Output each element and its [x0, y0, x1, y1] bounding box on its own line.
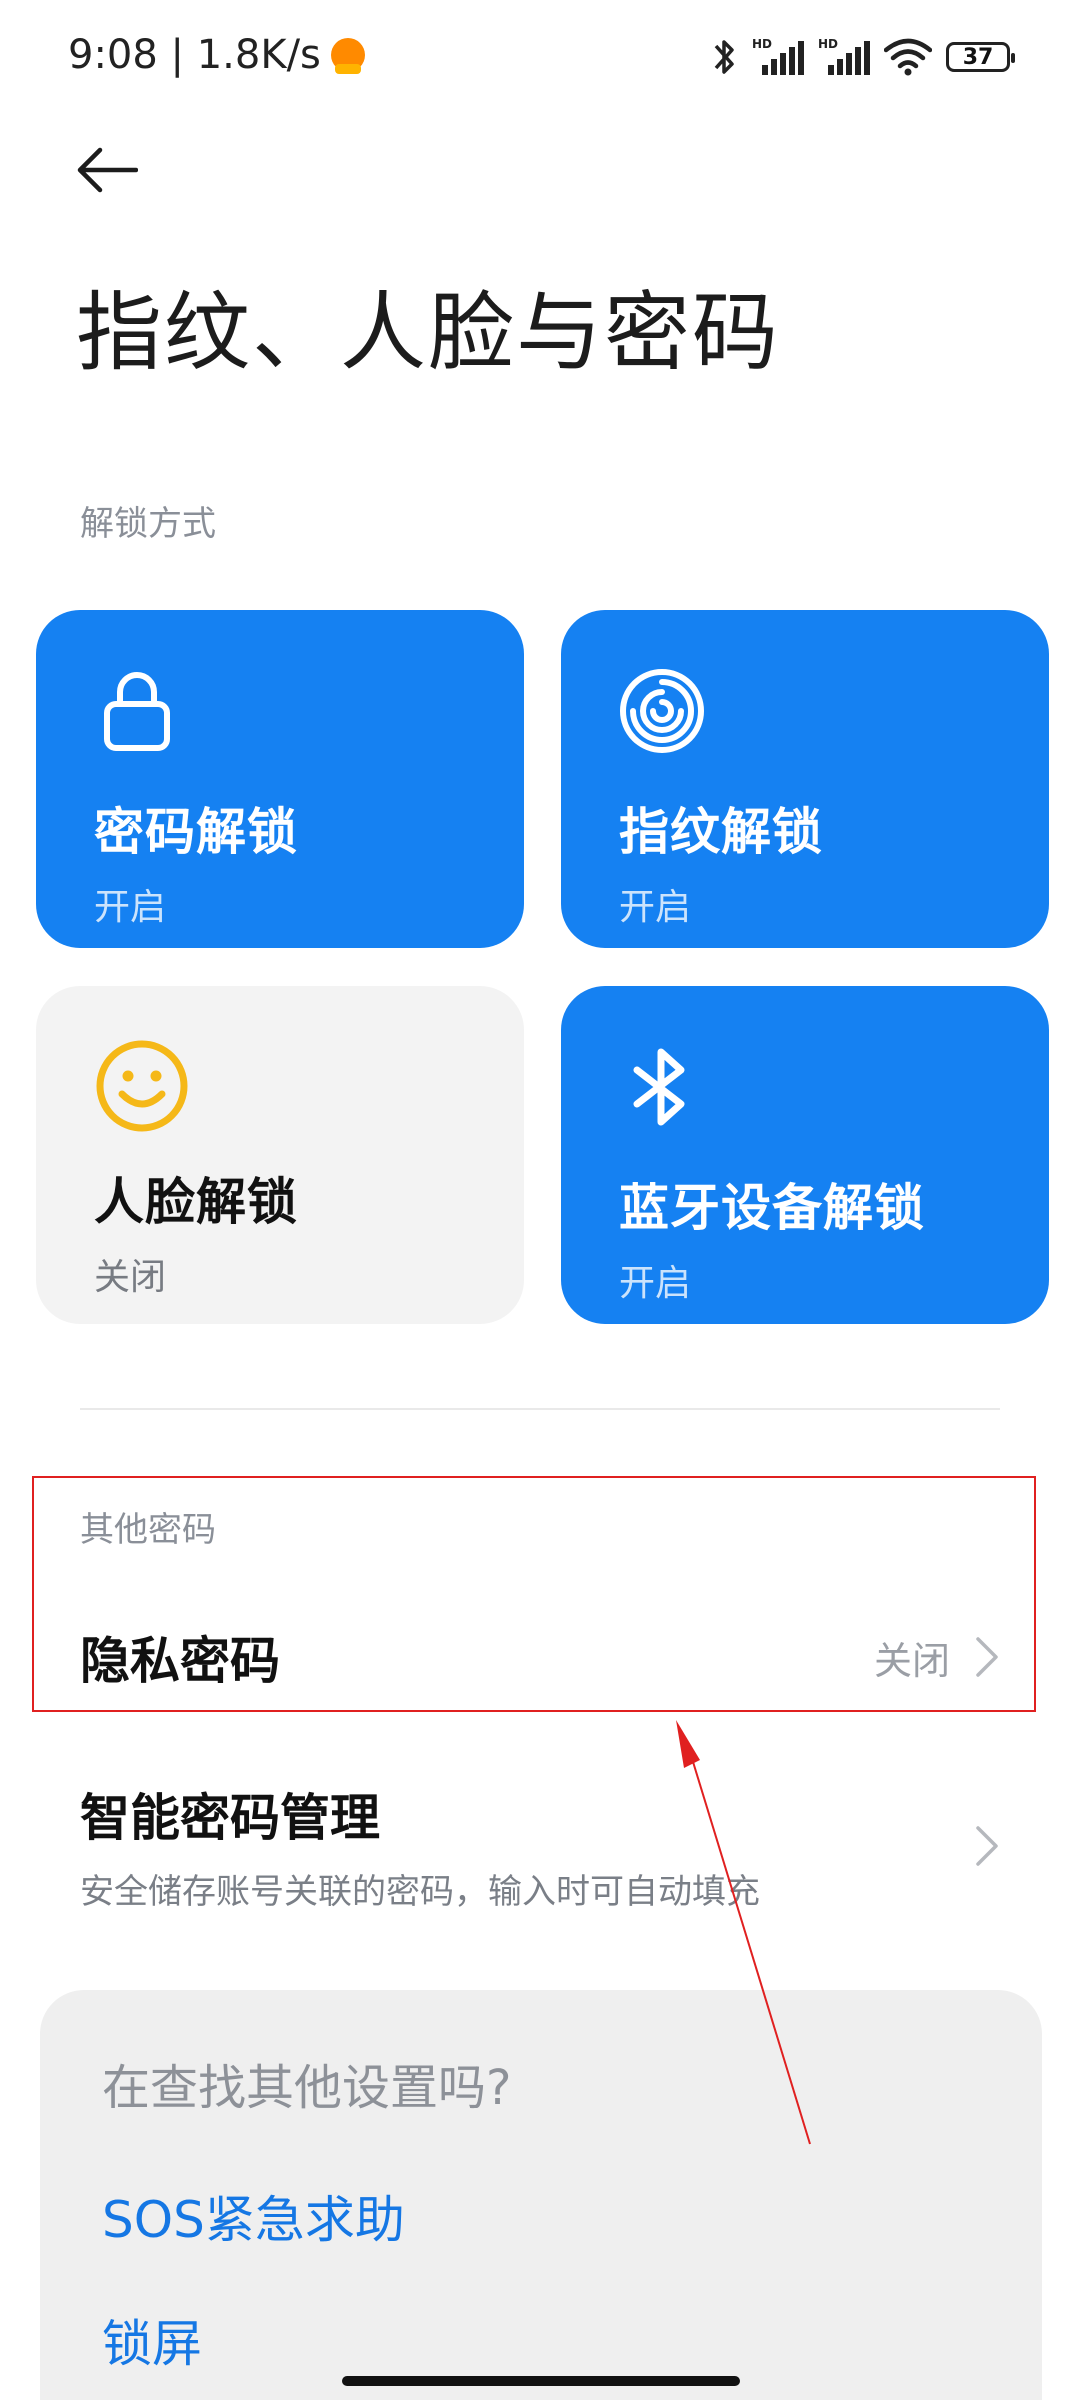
notification-app-icon [330, 38, 365, 74]
tile-status: 开启 [94, 887, 167, 928]
battery-icon: 37 [946, 42, 1015, 72]
tile-title: 蓝牙设备解锁 [619, 1179, 925, 1237]
tile-bluetooth-unlock[interactable]: 蓝牙设备解锁 开启 [561, 986, 1049, 1324]
tile-face-unlock[interactable]: 人脸解锁 关闭 [36, 986, 524, 1324]
link-lock-screen[interactable]: 锁屏 [102, 2304, 202, 2376]
unlock-section-label: 解锁方式 [80, 504, 216, 544]
status-right: HD HD 37 [710, 36, 1015, 78]
smart-password-subtitle: 安全储存账号关联的密码，输入时可自动填充 [80, 1872, 760, 1912]
battery-level: 37 [962, 44, 994, 70]
smart-password-text: 智能密码管理 安全储存账号关联的密码，输入时可自动填充 [80, 1778, 760, 1913]
status-time-speed: 9:08 | 1.8K/s [68, 32, 321, 78]
smart-password-row[interactable]: 智能密码管理 安全储存账号关联的密码，输入时可自动填充 [80, 1778, 1000, 1913]
tile-title: 人脸解锁 [94, 1173, 298, 1231]
annotation-highlight-box [32, 1476, 1036, 1712]
tile-title: 密码解锁 [94, 803, 298, 861]
bluetooth-icon [633, 1048, 685, 1126]
status-left: 9:08 | 1.8K/s [68, 32, 365, 78]
tile-status: 关闭 [94, 1257, 167, 1298]
chevron-right-icon [976, 1825, 998, 1866]
lock-icon [104, 672, 170, 751]
section-divider [80, 1408, 1000, 1410]
tile-password-unlock[interactable]: 密码解锁 开启 [36, 610, 524, 948]
home-indicator[interactable] [342, 2376, 740, 2386]
arrow-left-icon [77, 147, 138, 193]
tile-status: 开启 [619, 1263, 692, 1304]
signal-hd-icon: HD [818, 37, 870, 75]
link-sos-emergency[interactable]: SOS紧急求助 [102, 2180, 405, 2252]
search-card-title: 在查找其他设置吗? [102, 2060, 512, 2116]
fingerprint-icon [620, 669, 704, 753]
bluetooth-icon [714, 40, 734, 74]
signal-hd-icon: HD [752, 37, 804, 75]
face-icon [96, 1040, 188, 1132]
smart-password-title: 智能密码管理 [80, 1789, 380, 1847]
back-button[interactable] [76, 142, 146, 198]
page-title: 指纹、人脸与密码 [76, 283, 780, 383]
tile-title: 指纹解锁 [619, 803, 823, 861]
status-bar: 9:08 | 1.8K/s HD HD 37 [0, 0, 1080, 116]
page-root: 9:08 | 1.8K/s HD HD 37 指纹、人脸与密码 解锁方式 密码解… [0, 0, 1080, 2400]
tile-status: 开启 [619, 887, 692, 928]
tile-fingerprint-unlock[interactable]: 指纹解锁 开启 [561, 610, 1049, 948]
search-suggestion-card: 在查找其他设置吗? SOS紧急求助 锁屏 [40, 1990, 1042, 2400]
svg-text:HD: HD [752, 37, 772, 51]
svg-text:HD: HD [818, 37, 838, 51]
wifi-icon [884, 38, 932, 76]
